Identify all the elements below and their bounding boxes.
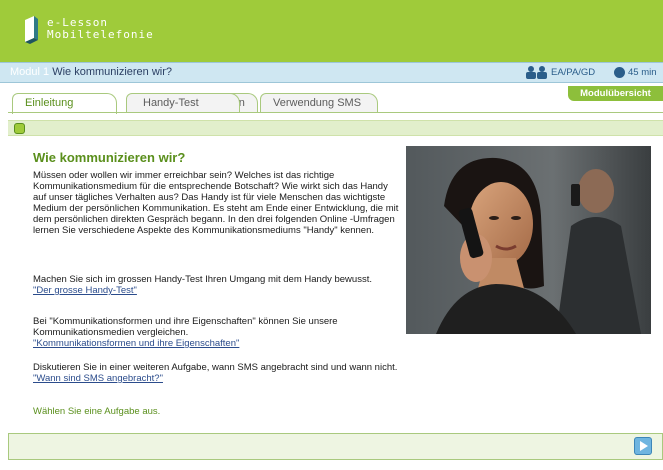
tab-handy-test[interactable]: Handy-Test bbox=[126, 93, 240, 112]
sms-paragraph: Diskutieren Sie in einer weiteren Aufgab… bbox=[33, 362, 403, 384]
sms-text: Diskutieren Sie in einer weiteren Aufgab… bbox=[33, 362, 398, 373]
logo-line-2: Mobiltelefonie bbox=[47, 28, 154, 41]
sms-link[interactable]: "Wann sind SMS angebracht?" bbox=[33, 373, 163, 384]
logo-icon bbox=[25, 16, 38, 44]
kommunikation-link[interactable]: "Kommunikationsformen und ihre Eigenscha… bbox=[33, 338, 239, 349]
app-header: e-Lesson Mobiltelefonie bbox=[0, 0, 663, 62]
toggle-button[interactable] bbox=[14, 123, 25, 134]
lesson-photo bbox=[406, 146, 651, 334]
toolbar-strip bbox=[8, 120, 663, 136]
handy-test-link[interactable]: "Der grosse Handy-Test" bbox=[33, 285, 137, 296]
module-breadcrumb: Modul 1 Wie kommunizieren wir? bbox=[10, 66, 172, 78]
handy-test-paragraph: Machen Sie sich im grossen Handy-Test Ih… bbox=[33, 274, 403, 296]
handy-test-text: Machen Sie sich im grossen Handy-Test Ih… bbox=[33, 274, 372, 285]
duration-label: 45 min bbox=[628, 67, 657, 78]
clock-icon bbox=[614, 67, 625, 78]
people-icon bbox=[526, 66, 547, 79]
tab-verwendung-sms[interactable]: Verwendung SMS bbox=[260, 93, 378, 112]
module-title: Wie kommunizieren wir? bbox=[52, 66, 173, 78]
kommunikation-paragraph: Bei "Kommunikationsformen und ihre Eigen… bbox=[33, 316, 403, 349]
module-label: Modul 1 bbox=[10, 66, 50, 78]
tab-bar: Verwendung SMS Kommunikation Handy-Test … bbox=[8, 93, 663, 114]
tab-einleitung[interactable]: Einleitung bbox=[12, 93, 117, 114]
module-bar: Modul 1 Wie kommunizieren wir? EA/PA/GD … bbox=[0, 62, 663, 83]
task-prompt: Wählen Sie eine Aufgabe aus. bbox=[33, 406, 161, 417]
bottom-navigation-bar bbox=[8, 433, 663, 460]
play-icon bbox=[640, 441, 648, 451]
logo-text: e-Lesson Mobiltelefonie bbox=[47, 17, 154, 41]
tab-divider bbox=[8, 112, 663, 113]
page-title: Wie kommunizieren wir? bbox=[33, 150, 186, 165]
social-form-label: EA/PA/GD bbox=[551, 67, 596, 78]
next-page-button[interactable] bbox=[634, 437, 652, 455]
kommunikation-text: Bei "Kommunikationsformen und ihre Eigen… bbox=[33, 316, 338, 338]
intro-paragraph: Müssen oder wollen wir immer erreichbar … bbox=[33, 170, 399, 236]
